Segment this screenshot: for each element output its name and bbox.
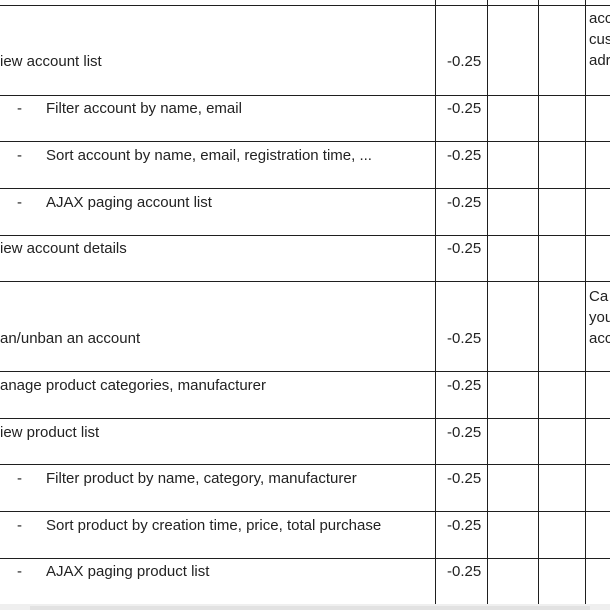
column-border	[585, 0, 586, 604]
requirement-text: Sort product by creation time, price, to…	[46, 517, 382, 534]
notes-text: Ca you acc	[589, 288, 610, 347]
requirement-text: AJAX paging account list	[46, 194, 212, 211]
score-value: -0.25	[447, 147, 482, 164]
requirements-table: iew account list -0.25 acc cus adr - Fil…	[0, 0, 610, 604]
requirement-text: Sort account by name, email, registratio…	[46, 147, 372, 164]
row-border	[0, 558, 610, 559]
score-value: -0.25	[447, 330, 482, 347]
row-border	[0, 95, 610, 96]
score-value: -0.25	[447, 53, 482, 70]
list-bullet: -	[17, 470, 22, 487]
score-value: -0.25	[447, 377, 482, 394]
score-value: -0.25	[447, 517, 482, 534]
score-value: -0.25	[447, 194, 482, 211]
row-border	[0, 464, 610, 465]
requirement-text: AJAX paging product list	[46, 563, 210, 580]
score-value: -0.25	[447, 424, 482, 441]
row-border	[0, 188, 610, 189]
row-border	[0, 141, 610, 142]
list-bullet: -	[17, 517, 22, 534]
row-border	[0, 418, 610, 419]
row-border	[0, 511, 610, 512]
requirement-text: iew account details	[0, 240, 127, 257]
row-border	[0, 281, 610, 282]
score-value: -0.25	[447, 470, 482, 487]
requirement-text: anage product categories, manufacturer	[0, 377, 266, 394]
requirement-text: an/unban an account	[0, 330, 141, 347]
row-border	[0, 371, 610, 372]
list-bullet: -	[17, 194, 22, 211]
requirement-text: iew account list	[0, 53, 102, 70]
list-bullet: -	[17, 563, 22, 580]
scrollbar-thumb[interactable]	[30, 606, 590, 610]
requirement-text: Filter product by name, category, manufa…	[46, 470, 357, 487]
column-border	[487, 0, 488, 604]
column-border	[435, 0, 436, 604]
row-border	[0, 5, 610, 6]
requirement-text: Filter account by name, email	[46, 100, 242, 117]
row-border	[0, 235, 610, 236]
list-bullet: -	[17, 147, 22, 164]
notes-text: acc cus adr	[589, 10, 610, 69]
requirement-text: iew product list	[0, 424, 100, 441]
score-value: -0.25	[447, 240, 482, 257]
score-value: -0.25	[447, 100, 482, 117]
column-border	[538, 0, 539, 604]
horizontal-scrollbar[interactable]	[0, 604, 610, 610]
score-value: -0.25	[447, 563, 482, 580]
list-bullet: -	[17, 100, 22, 117]
